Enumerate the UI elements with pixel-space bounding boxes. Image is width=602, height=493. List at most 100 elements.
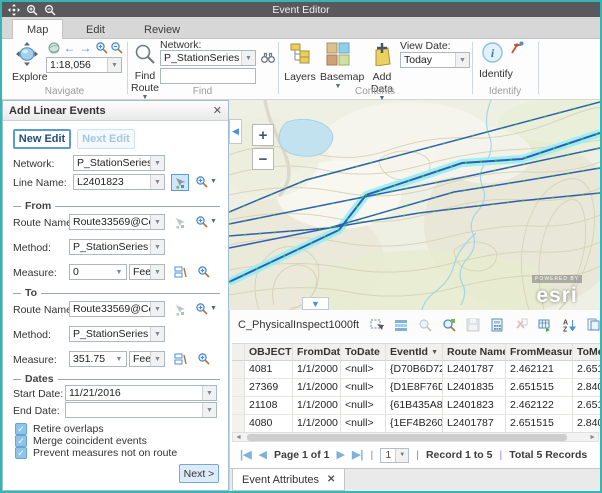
to-measure-combobox[interactable]: 351.75▼ <box>69 351 127 367</box>
previous-extent-icon[interactable]: ← <box>62 41 77 54</box>
cell[interactable]: 21108 <box>245 397 293 415</box>
from-unit-combobox[interactable]: Feet▼ <box>129 264 165 280</box>
merge-coincident-checkbox[interactable]: ✓ Merge coincident events <box>15 435 147 447</box>
zoom-to-from-route-dropdown-icon[interactable]: ▼ <box>210 218 217 225</box>
table-row[interactable]: 21108 1/1/2000 <null> {61B435A8-3 L24018… <box>232 397 601 415</box>
map-zoom-out-button[interactable]: − <box>252 148 274 170</box>
explore-button[interactable]: Explore <box>12 42 42 83</box>
col-todate[interactable]: ToDate <box>341 343 386 361</box>
next-edit-button[interactable]: Next Edit <box>77 129 135 149</box>
network-dropdown-icon[interactable]: ▼ <box>241 51 255 65</box>
cell[interactable]: <null> <box>341 379 386 397</box>
end-date-dropdown-icon[interactable]: ▼ <box>202 403 216 417</box>
cell[interactable]: 27369 <box>245 379 293 397</box>
to-unit-dropdown-icon[interactable]: ▼ <box>150 352 164 366</box>
panel-network-dropdown-icon[interactable]: ▼ <box>150 156 164 170</box>
cell[interactable]: L2401787 <box>443 415 506 433</box>
page-number-dropdown-icon[interactable]: ▼ <box>395 449 408 462</box>
basemap-button[interactable]: Basemap ▼ <box>320 42 356 90</box>
zoom-to-from-route-button[interactable]: ▼ <box>195 215 217 228</box>
layers-button[interactable]: Layers <box>284 42 316 83</box>
scrollbar-thumb[interactable] <box>247 434 567 441</box>
zoom-to-to-route-dropdown-icon[interactable]: ▼ <box>210 305 217 312</box>
ribbon-zoom-out-icon[interactable] <box>109 41 124 54</box>
binoculars-icon[interactable] <box>261 51 275 69</box>
cell[interactable]: {1EF4B260-F <box>386 415 443 433</box>
from-unit-dropdown-icon[interactable]: ▼ <box>150 265 164 279</box>
cell[interactable]: 1/1/2000 <box>293 361 341 379</box>
select-to-route-on-map-button[interactable] <box>171 301 189 318</box>
from-route-dropdown-icon[interactable]: ▼ <box>150 215 164 229</box>
scroll-left-icon[interactable]: ◄ <box>235 433 242 442</box>
cell[interactable]: 2.462121 <box>506 361 573 379</box>
panel-close-icon[interactable]: ✕ <box>213 104 222 117</box>
select-records-icon[interactable] <box>369 318 384 333</box>
full-extent-icon[interactable] <box>46 41 61 54</box>
view-date-dropdown-icon[interactable]: ▼ <box>455 53 469 67</box>
event-attributes-tab[interactable]: Event Attributes ✕ <box>232 469 345 491</box>
scale-dropdown-icon[interactable]: ▼ <box>107 58 121 72</box>
cell[interactable]: 1/1/2000 <box>293 397 341 415</box>
next-page-icon[interactable]: ▶ <box>336 450 344 461</box>
tab-edit[interactable]: Edit <box>72 20 119 39</box>
cell[interactable]: L2401787 <box>443 361 506 379</box>
from-measure-pick-icon[interactable] <box>171 264 189 281</box>
cell[interactable]: L2401835 <box>443 379 506 397</box>
retire-overlaps-checkbox[interactable]: ✓ Retire overlaps <box>15 423 104 435</box>
from-measure-combobox[interactable]: 0▼ <box>69 264 127 280</box>
last-page-icon[interactable]: ▶| <box>352 450 364 461</box>
row-selector[interactable] <box>232 397 245 415</box>
page-number-combobox[interactable]: 1▼ <box>380 448 409 463</box>
zoom-to-to-route-button[interactable]: ▼ <box>195 302 217 315</box>
table-horizontal-scrollbar[interactable]: ◄ ► <box>232 432 599 442</box>
to-measure-pick-icon[interactable] <box>171 351 189 368</box>
export-table-icon[interactable] <box>537 318 552 333</box>
cell[interactable]: 1/1/2000 <box>293 379 341 397</box>
first-page-icon[interactable]: |◀ <box>240 450 252 461</box>
from-method-dropdown-icon[interactable]: ▼ <box>150 240 164 254</box>
previous-page-icon[interactable]: ◀ <box>259 450 267 461</box>
table-row[interactable]: 4080 1/1/2000 <null> {1EF4B260-F L240178… <box>232 415 601 433</box>
tab-review[interactable]: Review <box>130 20 194 39</box>
map-canvas[interactable]: POWERED BY esri <box>229 100 600 310</box>
ribbon-zoom-in-icon[interactable] <box>94 41 109 54</box>
col-tomeasure[interactable]: ToMea <box>573 343 601 361</box>
next-button[interactable]: Next > <box>179 464 219 483</box>
zoom-to-line-dropdown-icon[interactable]: ▼ <box>210 178 217 185</box>
line-name-combobox[interactable]: L2401823▼ <box>73 174 165 190</box>
zoom-to-feature-icon[interactable] <box>441 318 456 333</box>
cell[interactable]: {D1E8F76D-F <box>386 379 443 397</box>
cell[interactable]: 1/1/2000 <box>293 415 341 433</box>
map-zoom-in-button[interactable]: + <box>252 124 274 146</box>
sort-caret-icon[interactable]: ▼ <box>431 349 438 356</box>
line-name-dropdown-icon[interactable]: ▼ <box>150 175 164 189</box>
collapse-table-down-button[interactable]: ▼ <box>302 297 329 310</box>
col-routename[interactable]: Route Name <box>443 343 506 361</box>
to-method-combobox[interactable]: P_StationSeries▼ <box>69 326 165 342</box>
from-measure-dropdown-icon[interactable]: ▼ <box>112 265 126 279</box>
cell[interactable]: 4081 <box>245 361 293 379</box>
attachments-icon[interactable] <box>585 318 600 333</box>
cell[interactable]: 2.8409 <box>573 415 601 433</box>
panel-network-combobox[interactable]: P_StationSeries▼ <box>73 155 165 171</box>
tab-map[interactable]: Map <box>12 19 63 39</box>
start-date-picker[interactable]: 11/21/2016▼ <box>65 385 217 401</box>
col-frommeasure[interactable]: FromMeasure <box>506 343 573 361</box>
field-calculator-icon[interactable] <box>489 318 504 333</box>
show-selection-icon[interactable] <box>393 318 408 333</box>
from-route-combobox[interactable]: Route33569@Cent▼ <box>69 214 165 230</box>
select-from-route-on-map-button[interactable] <box>171 214 189 231</box>
end-date-picker[interactable]: ▼ <box>65 402 217 418</box>
to-unit-combobox[interactable]: Feet▼ <box>129 351 165 367</box>
cell[interactable]: 2.651515 <box>506 379 573 397</box>
cell[interactable]: {D70B6D72-3 <box>386 361 443 379</box>
select-line-on-map-button[interactable] <box>171 174 189 191</box>
delete-record-icon[interactable] <box>513 318 528 333</box>
cell[interactable]: 2.6515 <box>573 361 601 379</box>
cell[interactable]: <null> <box>341 397 386 415</box>
to-measure-dropdown-icon[interactable]: ▼ <box>112 352 126 366</box>
cell[interactable]: <null> <box>341 361 386 379</box>
view-date-combobox[interactable]: Today▼ <box>400 52 470 68</box>
to-measure-zoom-button[interactable] <box>197 352 210 365</box>
to-route-combobox[interactable]: Route33569@Cent▼ <box>69 301 165 317</box>
